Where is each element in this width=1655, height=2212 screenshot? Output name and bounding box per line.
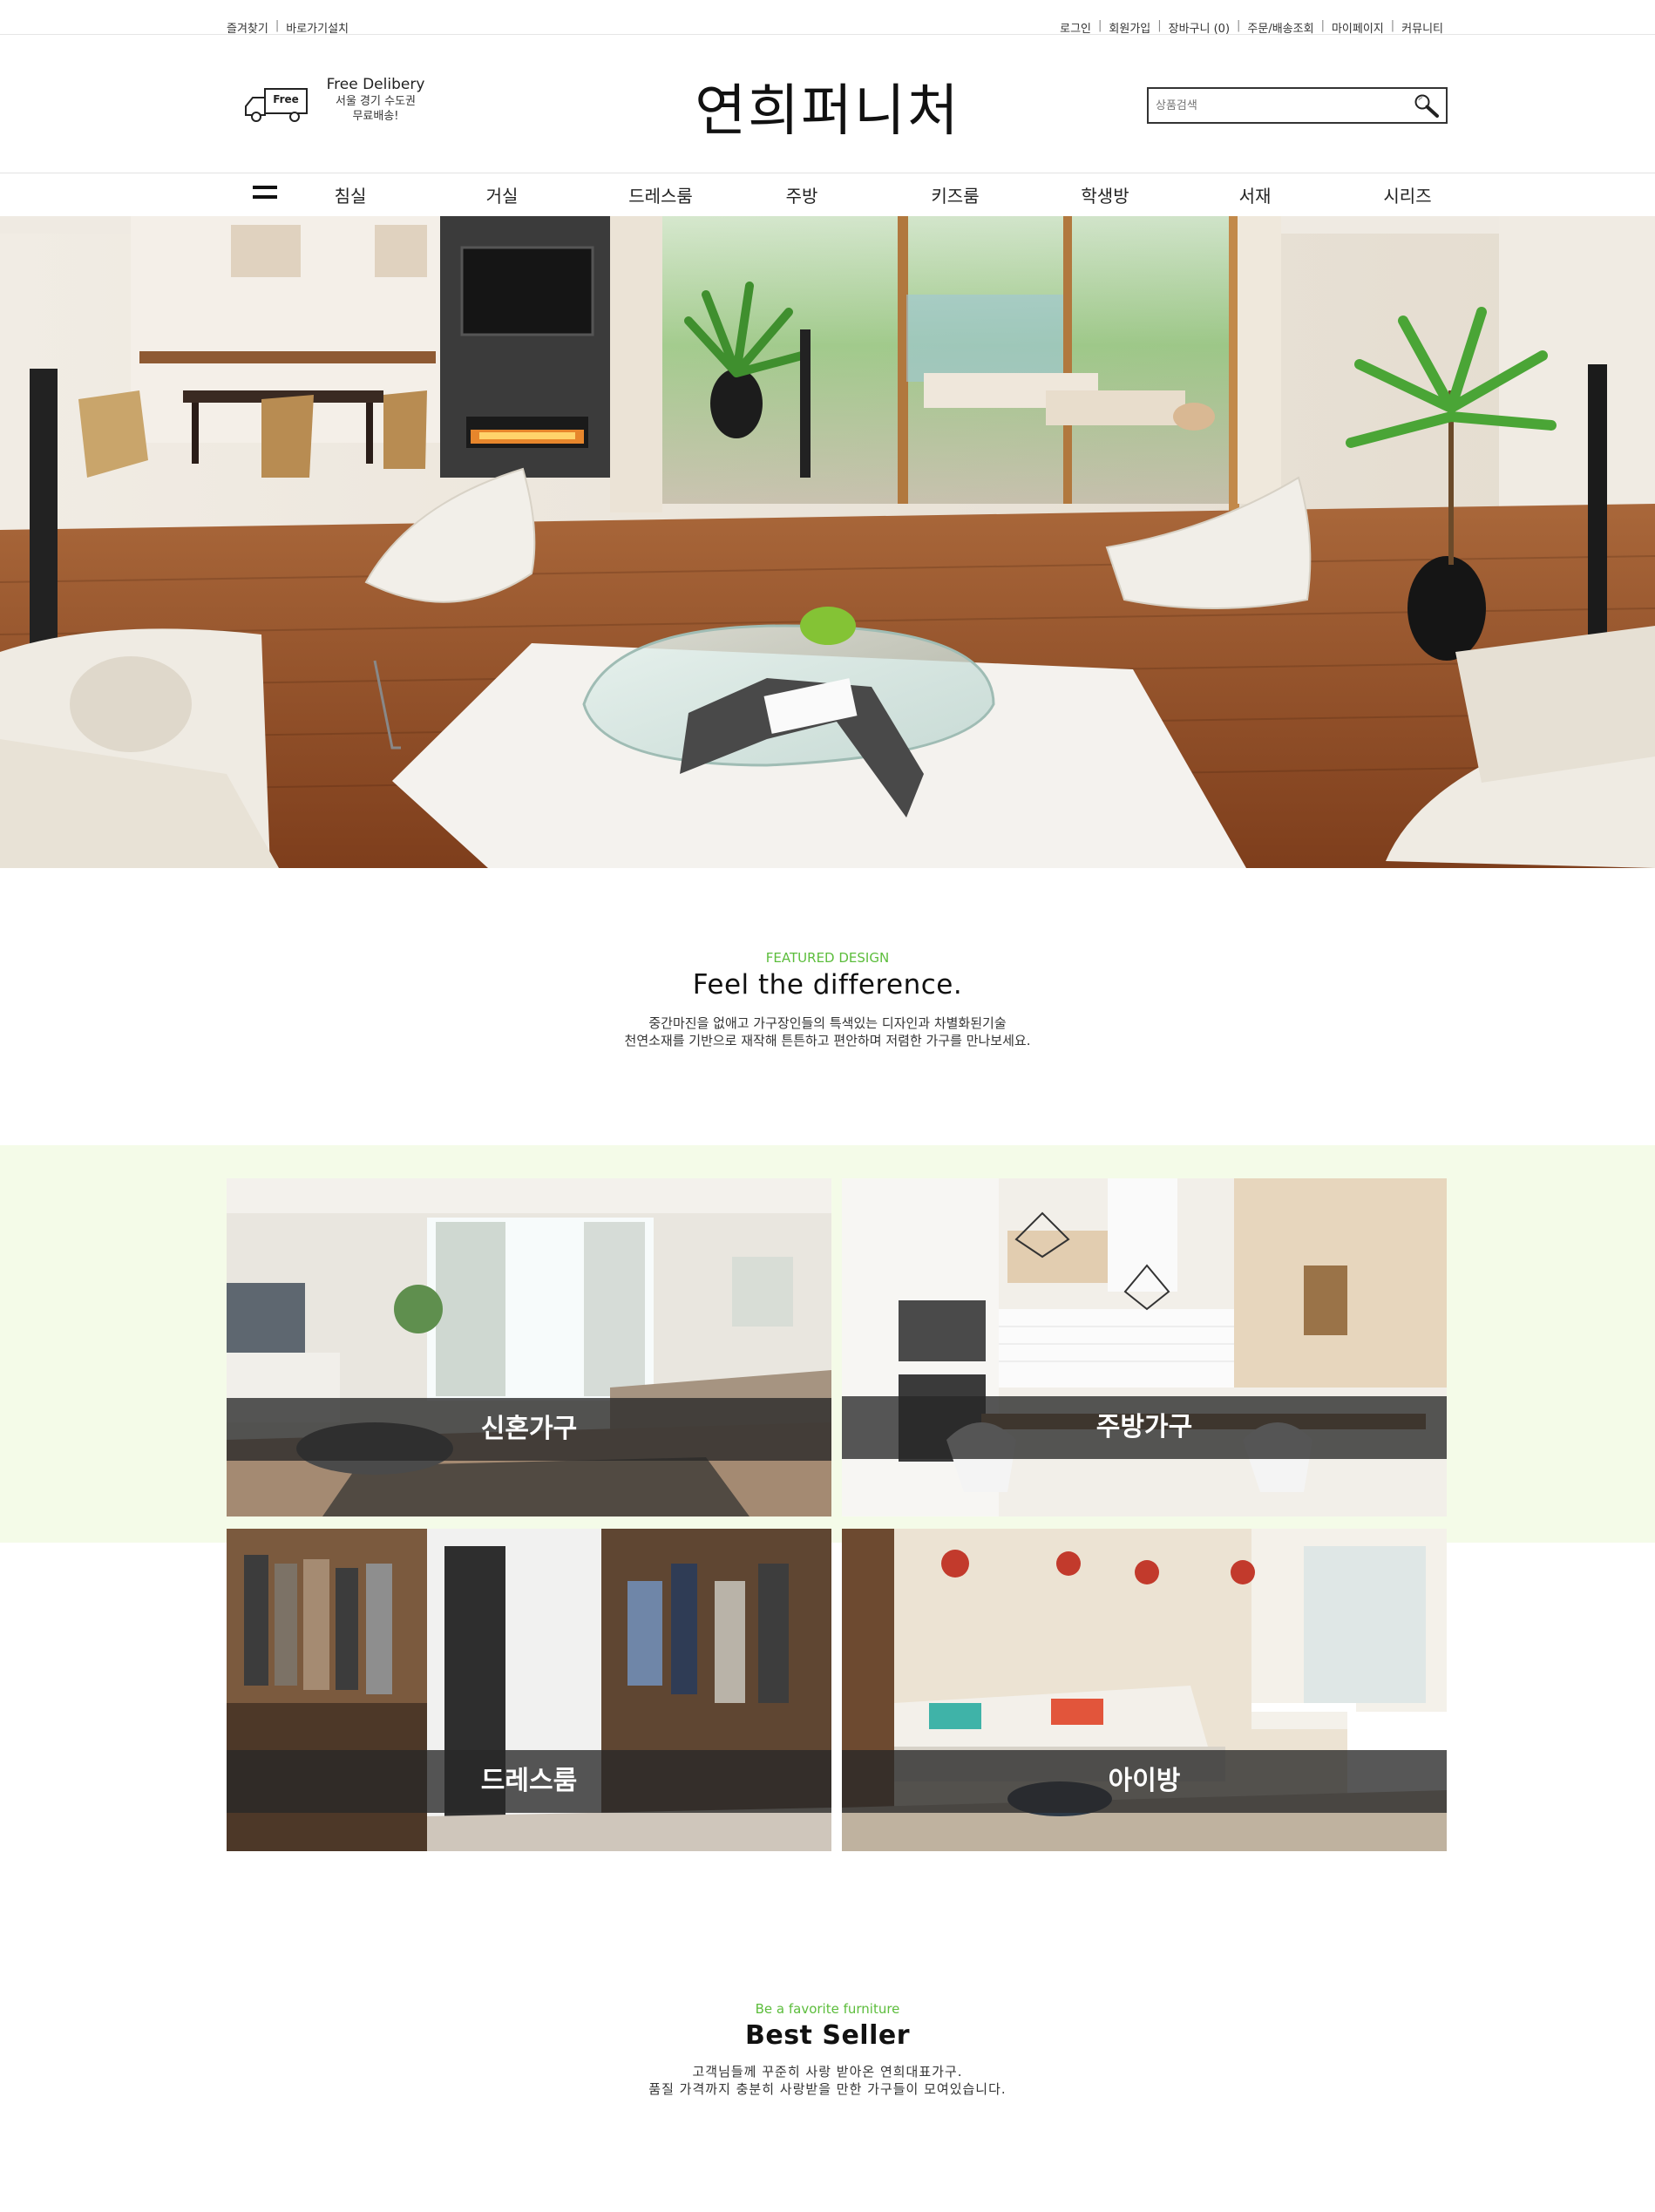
separator: | [1157,19,1162,32]
utility-left: 즐겨찾기 | 바로가기설치 [227,19,349,36]
nav-item-bedroom[interactable]: 침실 [289,182,411,207]
category-label-dressroom: 드레스룸 [227,1750,831,1813]
separator: | [275,19,280,32]
order-tracking-link[interactable]: 주문/배송조회 [1247,19,1313,36]
best-eyebrow: Be a favorite furniture [755,2001,900,2017]
category-card-kitchen[interactable]: 주방가구 [842,1178,1447,1517]
nav-item-kidsroom[interactable]: 키즈룸 [894,182,1016,207]
separator: | [1390,19,1395,32]
separator: | [1320,19,1325,32]
category-label-kitchen: 주방가구 [842,1396,1447,1459]
category-section: 신혼가구 주방가구 드레스룸 아이방 [0,1145,1655,1851]
shortcut-install-link[interactable]: 바로가기설치 [286,19,349,36]
hero-image [0,216,1655,868]
nav-item-dressroom[interactable]: 드레스룸 [600,182,722,207]
search-icon[interactable] [1413,92,1441,119]
site-header: Free Free Delibery 서울 경기 수도권 무료배송! 연희퍼니처 [0,35,1655,173]
separator: | [1098,19,1102,32]
mypage-link[interactable]: 마이페이지 [1332,19,1384,36]
best-desc-line1: 고객님들께 꾸준히 사랑 받아온 연희대표가구. [692,2064,963,2080]
main-nav: 침실 거실 드레스룸 주방 키즈룸 학생방 서재 시리즈 [0,173,1655,216]
featured-title: Feel the difference. [692,969,963,1001]
nav-item-study[interactable]: 서재 [1194,182,1316,207]
nav-item-kitchen[interactable]: 주방 [741,182,863,207]
hamburger-menu-icon[interactable] [253,186,277,205]
best-title: Best Seller [744,2020,910,2051]
nav-item-livingroom[interactable]: 거실 [441,182,563,207]
category-label-newlywed: 신혼가구 [227,1398,831,1461]
community-link[interactable]: 커뮤니티 [1401,19,1443,36]
category-card-kidsroom[interactable]: 아이방 [842,1529,1447,1851]
featured-eyebrow: FEATURED DESIGN [765,950,890,966]
nav-item-series[interactable]: 시리즈 [1346,182,1468,207]
login-link[interactable]: 로그인 [1060,19,1091,36]
category-image-livingroom [227,1178,831,1517]
category-label-kidsroom: 아이방 [842,1750,1447,1813]
signup-link[interactable]: 회원가입 [1109,19,1150,36]
search-input[interactable] [1156,94,1400,117]
best-desc-line2: 품질 가격까지 충분히 사랑받을 만한 가구들이 모여있습니다. [648,2081,1007,2097]
cart-link[interactable]: 장바구니 (0) [1169,19,1230,36]
bookmark-link[interactable]: 즐겨찾기 [227,19,268,36]
nav-item-studentroom[interactable]: 학생방 [1044,182,1166,207]
separator: | [1237,19,1241,32]
hero-banner[interactable] [0,216,1655,868]
category-image-kitchen [842,1178,1447,1517]
featured-desc-line1: 중간마진을 없애고 가구장인들의 특색있는 디자인과 차별화된기술 [648,1015,1007,1031]
category-card-newlywed[interactable]: 신혼가구 [227,1178,831,1517]
page: 즐겨찾기 | 바로가기설치 로그인 | 회원가입 | 장바구니 (0) | 주문… [0,0,1655,2212]
utility-bar: 즐겨찾기 | 바로가기설치 로그인 | 회원가입 | 장바구니 (0) | 주문… [0,0,1655,36]
best-seller-section: Be a favorite furniture Best Seller 고객님들… [0,2001,1655,2098]
category-card-dressroom[interactable]: 드레스룸 [227,1529,831,1851]
featured-section: FEATURED DESIGN Feel the difference. 중간마… [0,950,1655,1049]
featured-desc-line2: 천연소재를 기반으로 재작해 튼튼하고 편안하며 저렴한 가구를 만나보세요. [624,1033,1031,1048]
search-box [1147,87,1448,124]
utility-right: 로그인 | 회원가입 | 장바구니 (0) | 주문/배송조회 | 마이페이지 … [1060,19,1443,36]
